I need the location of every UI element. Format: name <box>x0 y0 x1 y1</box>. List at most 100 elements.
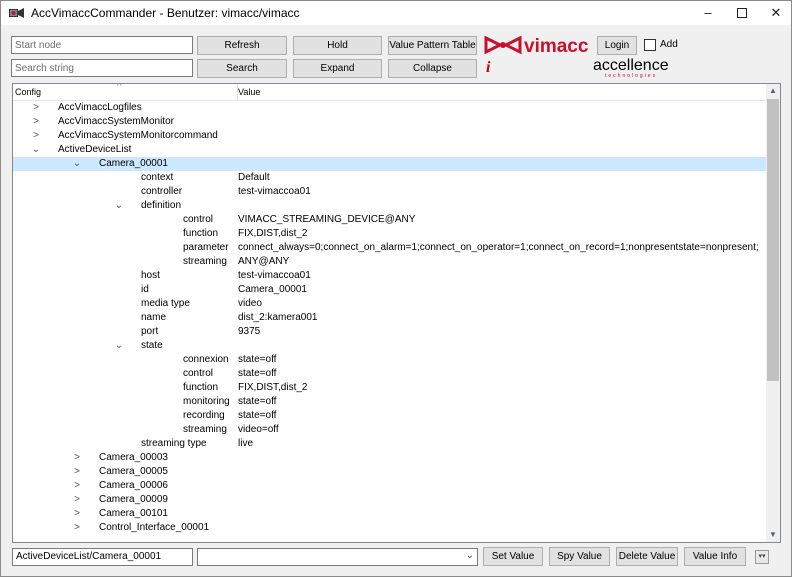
scrollbar-thumb[interactable] <box>767 99 779 381</box>
app-window: AccVimaccCommander - Benutzer: vimacc/vi… <box>0 0 792 577</box>
tree-row[interactable]: > Control_Interface_00001 <box>13 521 766 535</box>
tree-row[interactable]: ⌄ state <box>13 339 766 353</box>
minimize-icon: – <box>704 5 712 20</box>
tree-row[interactable]: > Camera_00003 <box>13 451 766 465</box>
tree-row[interactable]: recording state=off <box>13 409 766 423</box>
tree-row-value: dist_2:kamera001 <box>238 312 318 323</box>
tree-row[interactable]: streaming ANY@ANY <box>13 255 766 269</box>
tree-row[interactable]: host test-vimaccoa01 <box>13 269 766 283</box>
chevron-down-icon[interactable]: ⌄ <box>31 143 41 157</box>
tree-row[interactable]: ⌄ Camera_00001 <box>13 157 766 171</box>
chevron-right-icon[interactable]: > <box>72 507 82 521</box>
tree-row[interactable]: > Camera_00006 <box>13 479 766 493</box>
title-bar: AccVimaccCommander - Benutzer: vimacc/vi… <box>1 1 791 25</box>
tree-row[interactable]: id Camera_00001 <box>13 283 766 297</box>
hold-button[interactable]: Hold <box>293 36 382 55</box>
app-icon <box>9 8 24 18</box>
chevron-right-icon[interactable]: > <box>72 521 82 535</box>
tree-row[interactable]: media type video <box>13 297 766 311</box>
tree-row[interactable]: context Default <box>13 171 766 185</box>
maximize-icon <box>737 7 747 18</box>
add-checkbox[interactable] <box>644 39 656 51</box>
tree-row-key: monitoring <box>183 396 230 407</box>
chevron-right-icon[interactable]: > <box>31 115 41 129</box>
tree-row[interactable]: control VIMACC_STREAMING_DEVICE@ANY <box>13 213 766 227</box>
tree-row-key: port <box>141 326 159 337</box>
chevron-down-icon[interactable]: ⌄ <box>114 199 124 213</box>
scroll-down-icon[interactable]: ▼ <box>766 528 780 542</box>
tree-row[interactable]: streaming type live <box>13 437 766 451</box>
tree-row-key: Camera_00003 <box>99 452 168 463</box>
search-button[interactable]: Search <box>197 59 287 78</box>
chevron-right-icon[interactable]: > <box>72 479 82 493</box>
tree-row-key: streaming <box>183 256 227 267</box>
tree-row[interactable]: connexion state=off <box>13 353 766 367</box>
minimize-button[interactable]: – <box>691 1 725 25</box>
spy-value-button[interactable]: Spy Value <box>549 547 610 566</box>
value-info-button[interactable]: Value Info <box>684 547 746 566</box>
tree-row[interactable]: port 9375 <box>13 325 766 339</box>
tree-row-key: AccVimaccSystemMonitor <box>58 116 174 127</box>
node-path-field[interactable]: ActiveDeviceList/Camera_00001 <box>12 548 193 566</box>
column-header-config[interactable]: Config <box>15 87 41 97</box>
tree-row-key: recording <box>183 410 225 421</box>
tree-row-key: definition <box>141 200 182 211</box>
tree-row[interactable]: parameter connect_always=0;connect_on_ala… <box>13 241 766 255</box>
start-node-input[interactable] <box>11 36 193 54</box>
chevron-down-icon[interactable]: ⌄ <box>72 157 82 171</box>
vertical-scrollbar[interactable]: ▲ ▼ <box>766 84 780 542</box>
tree-row[interactable]: > Camera_00005 <box>13 465 766 479</box>
tree-row[interactable]: > Camera_00101 <box>13 507 766 521</box>
tree-row-key: Control_Interface_00001 <box>99 522 210 533</box>
chevron-right-icon[interactable]: > <box>31 101 41 115</box>
chevron-right-icon[interactable]: > <box>72 451 82 465</box>
scroll-up-icon[interactable]: ▲ <box>766 84 780 98</box>
pin-icon[interactable]: ▾▾ <box>755 550 769 564</box>
tree-row-key: streaming <box>183 424 227 435</box>
tree-row[interactable]: monitoring state=off <box>13 395 766 409</box>
tree-row-value: connect_always=0;connect_on_alarm=1;conn… <box>238 242 759 253</box>
tree-row[interactable]: function FIX,DIST,dist_2 <box>13 227 766 241</box>
set-value-button[interactable]: Set Value <box>483 547 543 566</box>
column-header-value[interactable]: Value <box>238 87 260 97</box>
tree-row[interactable]: ⌄ definition <box>13 199 766 213</box>
config-tree[interactable]: Config ^ Value > AccVimaccLogfiles > AccVim… <box>12 83 781 543</box>
chevron-right-icon[interactable]: > <box>72 465 82 479</box>
tree-header: Config ^ Value <box>13 84 766 101</box>
collapse-button[interactable]: Collapse <box>388 59 477 78</box>
close-button[interactable]: ✕ <box>759 1 792 25</box>
tree-row[interactable]: controller test-vimaccoa01 <box>13 185 766 199</box>
tree-row[interactable]: ⌄ ActiveDeviceList <box>13 143 766 157</box>
login-button[interactable]: Login <box>597 36 637 55</box>
tree-row-key: Camera_00009 <box>99 494 168 505</box>
tree-row-key: streaming type <box>141 438 207 449</box>
expand-button[interactable]: Expand <box>293 59 382 78</box>
value-pattern-table-button[interactable]: Value Pattern Table <box>388 36 477 55</box>
accellence-logo-subtext: technologies <box>605 73 657 78</box>
chevron-down-icon[interactable]: ⌄ <box>466 550 474 561</box>
tree-row-key: name <box>141 312 167 323</box>
chevron-right-icon[interactable]: > <box>72 493 82 507</box>
tree-row[interactable]: name dist_2:kamera001 <box>13 311 766 325</box>
tree-row-value: Camera_00001 <box>238 284 307 295</box>
value-combobox[interactable]: ⌄ <box>197 548 478 566</box>
chevron-down-icon[interactable]: ⌄ <box>114 339 124 353</box>
sort-ascending-icon: ^ <box>117 83 122 92</box>
tree-row[interactable]: > AccVimaccLogfiles <box>13 101 766 115</box>
tree-row[interactable]: > AccVimaccSystemMonitorcommand <box>13 129 766 143</box>
tree-row[interactable]: > Camera_00009 <box>13 493 766 507</box>
tree-row[interactable]: streaming video=off <box>13 423 766 437</box>
search-input[interactable] <box>11 59 193 77</box>
info-icon[interactable]: i <box>486 60 498 76</box>
tree-row-value: state=off <box>238 410 277 421</box>
refresh-button[interactable]: Refresh <box>197 36 287 55</box>
chevron-right-icon[interactable]: > <box>31 129 41 143</box>
tree-row-key: state <box>141 340 163 351</box>
maximize-button[interactable] <box>725 1 759 25</box>
tree-row-key: id <box>141 284 149 295</box>
tree-row[interactable]: control state=off <box>13 367 766 381</box>
tree-row[interactable]: > AccVimaccSystemMonitor <box>13 115 766 129</box>
delete-value-button[interactable]: Delete Value <box>616 547 678 566</box>
tree-row[interactable]: function FIX,DIST,dist_2 <box>13 381 766 395</box>
accellence-logo: accellence technologies <box>593 57 669 78</box>
